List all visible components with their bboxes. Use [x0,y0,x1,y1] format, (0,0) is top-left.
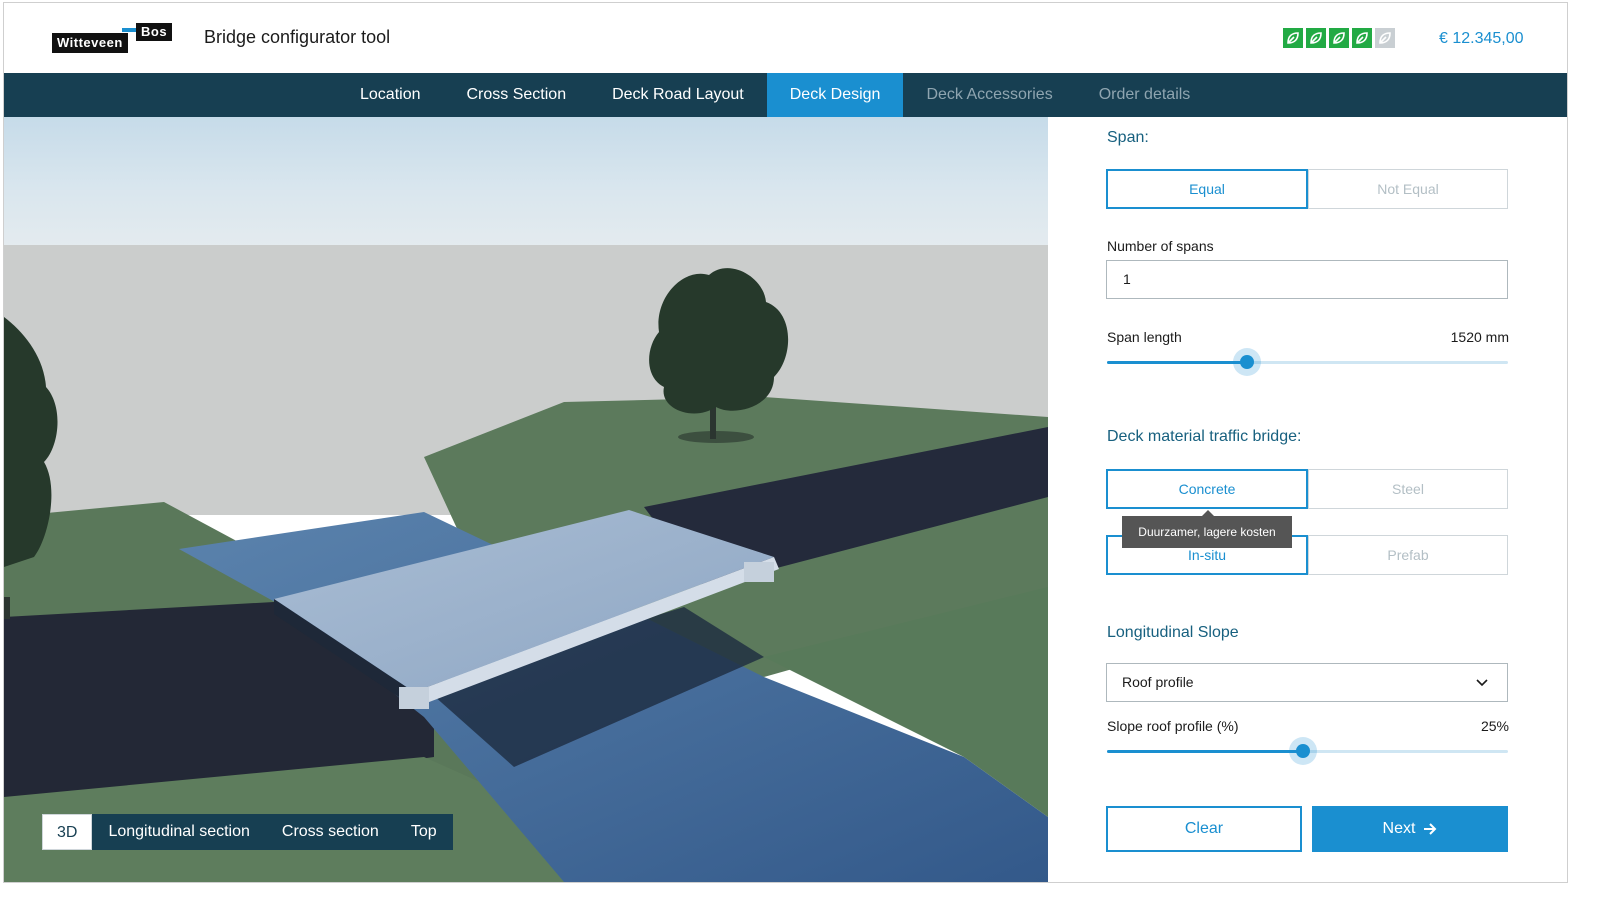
slope-roof-profile-value: 25% [1480,718,1509,734]
span-toggle: Equal Not Equal [1106,169,1508,209]
step-navigation: Location Cross Section Deck Road Layout … [4,73,1567,117]
deck-material-title: Deck material traffic bridge: [1107,428,1302,445]
leaf-icon [1352,28,1372,48]
tab-order-details[interactable]: Order details [1076,73,1214,117]
total-price: € 12.345,00 [1439,30,1524,47]
app-header: Bos Witteveen Bridge configurator tool €… [4,3,1567,73]
view-top-button[interactable]: Top [395,814,453,850]
view-longitudinal-section-button[interactable]: Longitudinal section [92,814,265,850]
tab-deck-design[interactable]: Deck Design [766,73,904,117]
sustainability-rating [1283,28,1395,48]
next-button[interactable]: Next [1312,806,1508,852]
sky [4,117,1048,247]
span-length-value: 1520 mm [1450,329,1509,345]
leaf-icon [1306,28,1326,48]
leaf-icon [1375,28,1395,48]
deck-material-concrete-option[interactable]: Concrete [1106,469,1308,509]
leaf-icon [1329,28,1349,48]
config-panel: Span: Equal Not Equal Number of spans 1 … [1048,117,1567,882]
tab-location[interactable]: Location [337,73,444,117]
span-not-equal-option[interactable]: Not Equal [1308,169,1508,209]
leaf-icon [1283,28,1303,48]
deck-material-steel-option[interactable]: Steel [1308,469,1508,509]
longitudinal-slope-select[interactable]: Roof profile [1106,663,1508,702]
span-length-label: Span length [1107,329,1182,345]
deck-material-toggle: Concrete Steel [1106,469,1508,509]
tab-cross-section[interactable]: Cross Section [444,73,590,117]
tab-deck-accessories[interactable]: Deck Accessories [903,73,1075,117]
span-equal-option[interactable]: Equal [1106,169,1308,209]
number-of-spans-input[interactable]: 1 [1106,260,1508,299]
bridge-3d-scene [4,117,1048,882]
slider-fill [1107,750,1304,753]
arrow-right-icon [1424,823,1437,835]
logo-witteveen-text: Witteveen [52,33,128,53]
span-title: Span: [1107,129,1149,146]
slider-thumb[interactable] [1240,355,1255,369]
slider-fill [1107,361,1248,364]
next-button-label: Next [1382,820,1416,837]
app-window: Bos Witteveen Bridge configurator tool €… [3,2,1568,883]
bridge-abutment-far [744,562,774,582]
view-cross-section-button[interactable]: Cross section [266,814,395,850]
clear-button[interactable]: Clear [1106,806,1302,852]
witteveen-bos-logo: Bos Witteveen [52,23,173,55]
longitudinal-slope-title: Longitudinal Slope [1107,624,1239,641]
construction-prefab-option[interactable]: Prefab [1308,535,1508,575]
longitudinal-slope-value: Roof profile [1122,674,1194,690]
tab-deck-road-layout[interactable]: Deck Road Layout [589,73,767,117]
slope-roof-profile-label: Slope roof profile (%) [1107,718,1239,734]
view-mode-toggle: 3D Longitudinal section Cross section To… [42,814,453,850]
chevron-down-icon [1476,679,1488,687]
concrete-tooltip: Duurzamer, lagere kosten [1122,510,1292,548]
logo-bos-text: Bos [136,23,173,41]
bridge-abutment [399,687,429,709]
view-3d-button[interactable]: 3D [42,814,93,850]
app-title: Bridge configurator tool [204,27,391,47]
number-of-spans-label: Number of spans [1107,238,1214,254]
slope-roof-profile-slider[interactable] [1107,737,1508,765]
slider-thumb[interactable] [1296,744,1311,758]
3d-viewport[interactable]: 3D Longitudinal section Cross section To… [4,117,1048,882]
span-length-slider[interactable] [1107,348,1508,376]
